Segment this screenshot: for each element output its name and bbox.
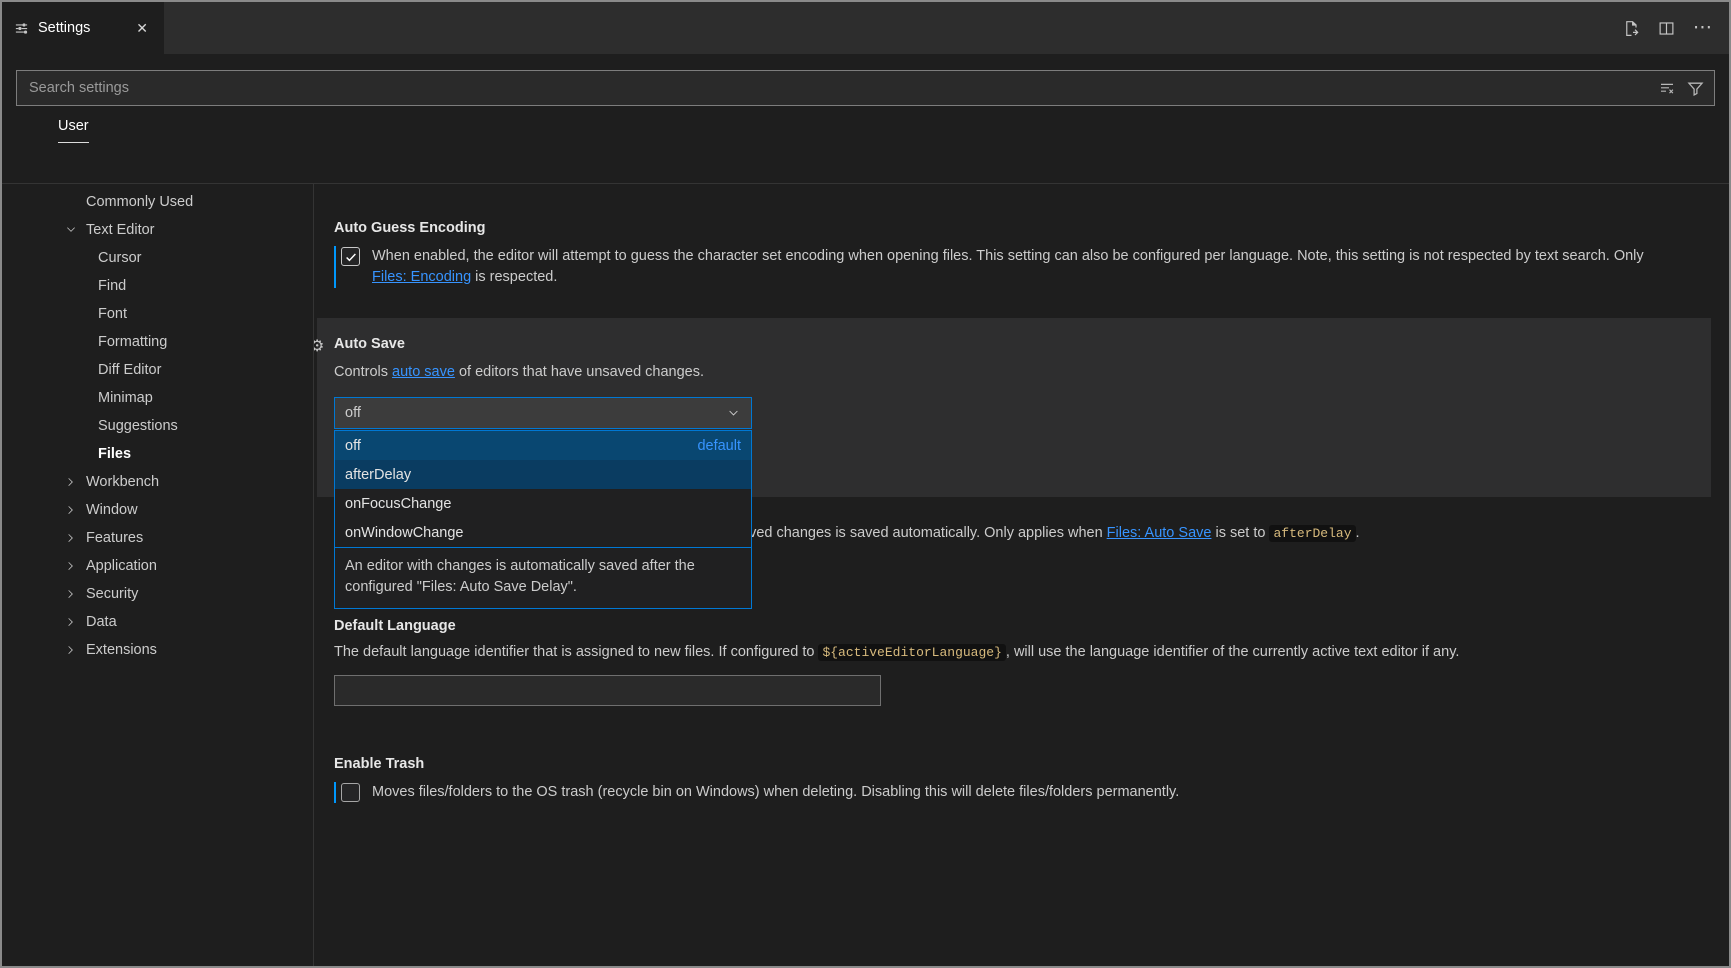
- chevron-right-icon: [64, 642, 86, 658]
- active-editor-language-code: ${activeEditorLanguage}: [818, 644, 1005, 661]
- toc-item-workbench[interactable]: Workbench: [2, 468, 313, 496]
- files-encoding-link[interactable]: Files: Encoding: [372, 269, 471, 285]
- option-description: An editor with changes is automatically …: [335, 547, 751, 608]
- toc-item-features[interactable]: Features: [2, 524, 313, 552]
- clear-search-results-icon[interactable]: [1659, 80, 1675, 96]
- toc-item-security[interactable]: Security: [2, 580, 313, 608]
- toc-item-files[interactable]: Files: [2, 440, 313, 468]
- chevron-down-icon: [64, 222, 86, 238]
- setting-auto-save: ⚙ Auto Save Controls auto save of editor…: [317, 318, 1711, 497]
- chevron-none: [64, 194, 86, 210]
- gear-icon[interactable]: ⚙: [314, 336, 324, 356]
- select-value: off: [345, 405, 361, 421]
- setting-title: Default Language: [334, 616, 1711, 636]
- setting-default-language: Default Language The default language id…: [334, 616, 1711, 706]
- auto-save-select[interactable]: off off default afterDelay: [334, 397, 752, 429]
- option-onfocuschange[interactable]: onFocusChange: [335, 489, 751, 518]
- settings-search-bar: [16, 70, 1715, 106]
- toc-item-minimap[interactable]: Minimap: [2, 384, 313, 412]
- auto-guess-encoding-checkbox[interactable]: [341, 247, 360, 266]
- tab-title: Settings: [38, 20, 90, 36]
- vscode-settings-window: Settings ✕ ⋯ User: [0, 0, 1731, 968]
- tab-settings[interactable]: Settings ✕: [2, 2, 164, 54]
- setting-enable-trash: Enable Trash Moves files/folders to the …: [334, 754, 1711, 803]
- enable-trash-checkbox[interactable]: [341, 783, 360, 802]
- toc-item-text-editor[interactable]: Text Editor: [2, 216, 313, 244]
- editor-actions: ⋯: [1623, 2, 1729, 54]
- scope-tab-row: User: [58, 118, 1729, 143]
- setting-description: Moves files/folders to the OS trash (rec…: [372, 782, 1179, 803]
- chevron-right-icon: [64, 530, 86, 546]
- more-actions-icon[interactable]: ⋯: [1693, 23, 1713, 33]
- chevron-down-icon: [726, 406, 741, 421]
- option-afterdelay[interactable]: afterDelay: [335, 460, 751, 489]
- setting-description: The default language identifier that is …: [334, 642, 1634, 663]
- afterdelay-code: afterDelay: [1269, 525, 1355, 542]
- filter-settings-icon[interactable]: [1687, 80, 1704, 97]
- default-badge: default: [697, 438, 741, 454]
- toc-item-commonly-used[interactable]: Commonly Used: [2, 188, 313, 216]
- option-onwindowchange[interactable]: onWindowChange: [335, 518, 751, 547]
- editor-tab-bar: Settings ✕ ⋯: [2, 2, 1729, 54]
- modified-indicator: [334, 782, 336, 803]
- setting-title: Auto Save: [334, 334, 1711, 354]
- auto-save-dropdown: off default afterDelay onFocusChange onW…: [334, 430, 752, 609]
- search-actions: [1659, 80, 1704, 97]
- settings-body: Commonly Used Text Editor Cursor Find Fo…: [2, 183, 1729, 966]
- settings-toc: Commonly Used Text Editor Cursor Find Fo…: [2, 184, 314, 966]
- setting-description: When enabled, the editor will attempt to…: [372, 246, 1672, 288]
- close-icon[interactable]: ✕: [132, 18, 152, 39]
- setting-description: Controls auto save of editors that have …: [334, 362, 1634, 383]
- toc-item-data[interactable]: Data: [2, 608, 313, 636]
- toc-item-application[interactable]: Application: [2, 552, 313, 580]
- default-language-input[interactable]: [334, 675, 881, 706]
- chevron-right-icon: [64, 558, 86, 574]
- open-settings-json-icon[interactable]: [1623, 20, 1640, 37]
- toc-item-cursor[interactable]: Cursor: [2, 244, 313, 272]
- chevron-right-icon: [64, 586, 86, 602]
- toc-item-window[interactable]: Window: [2, 496, 313, 524]
- search-input[interactable]: [27, 79, 1659, 97]
- toc-item-extensions[interactable]: Extensions: [2, 636, 313, 664]
- settings-list: Auto Guess Encoding When enabled, the ed…: [314, 184, 1729, 966]
- toc-item-suggestions[interactable]: Suggestions: [2, 412, 313, 440]
- setting-title: Auto Guess Encoding: [334, 218, 1711, 238]
- chevron-right-icon: [64, 502, 86, 518]
- split-editor-icon[interactable]: [1658, 20, 1675, 37]
- files-auto-save-link[interactable]: Files: Auto Save: [1107, 525, 1212, 541]
- toc-item-font[interactable]: Font: [2, 300, 313, 328]
- option-off[interactable]: off default: [335, 431, 751, 460]
- chevron-right-icon: [64, 614, 86, 630]
- tab-user-scope[interactable]: User: [58, 118, 89, 143]
- modified-indicator: [334, 246, 336, 288]
- toc-item-formatting[interactable]: Formatting: [2, 328, 313, 356]
- chevron-right-icon: [64, 474, 86, 490]
- setting-title: Enable Trash: [334, 754, 1711, 774]
- auto-save-link[interactable]: auto save: [392, 364, 455, 380]
- setting-auto-guess-encoding: Auto Guess Encoding When enabled, the ed…: [334, 218, 1711, 288]
- toc-item-find[interactable]: Find: [2, 272, 313, 300]
- settings-editor-icon: [14, 21, 29, 36]
- toc-item-diff-editor[interactable]: Diff Editor: [2, 356, 313, 384]
